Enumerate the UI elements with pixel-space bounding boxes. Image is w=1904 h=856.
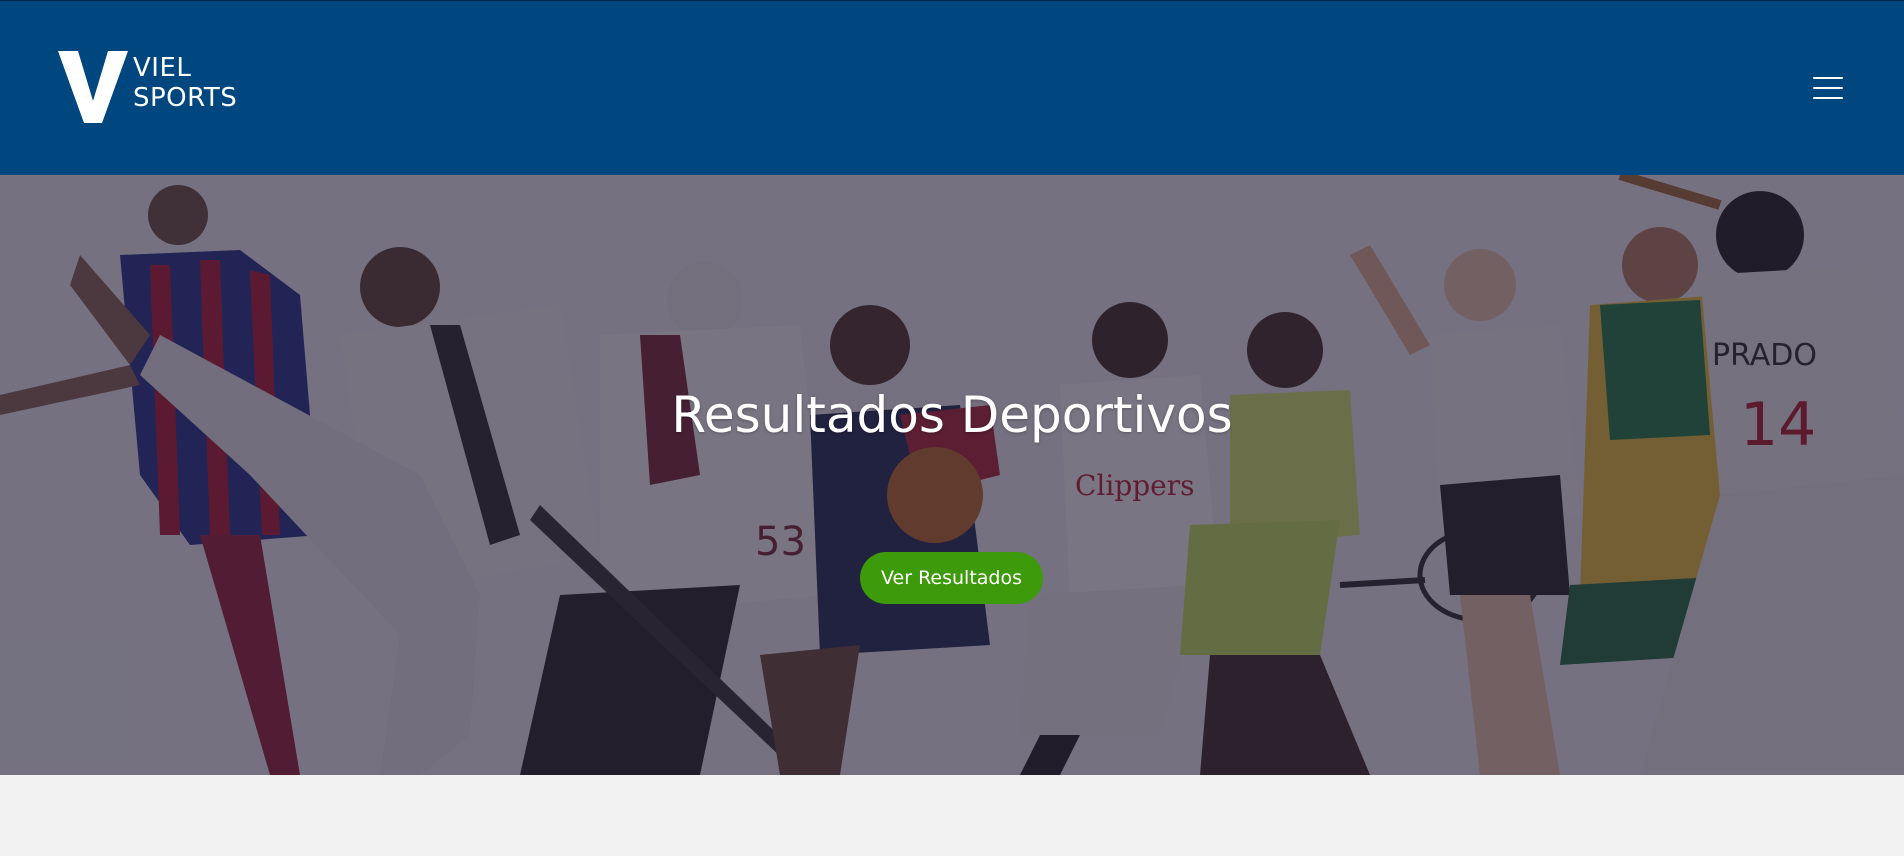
hero-banner: 53 Clippers (0, 175, 1904, 775)
logo-line-1: VIEL (133, 53, 192, 83)
menu-bar-bottom (1813, 97, 1843, 99)
v-logo-icon (58, 51, 128, 123)
hero-dark-overlay (0, 175, 1904, 775)
site-header: VIEL SPORTS (0, 0, 1904, 175)
ver-resultados-button[interactable]: Ver Resultados (860, 552, 1043, 604)
logo-wordmark: VIEL SPORTS (133, 53, 237, 113)
site-logo[interactable]: VIEL SPORTS (58, 51, 248, 123)
hero-title: Resultados Deportivos (671, 386, 1233, 444)
menu-bar-middle (1813, 87, 1843, 89)
content-area (0, 775, 1904, 856)
menu-bar-top (1813, 77, 1843, 79)
hamburger-menu-icon[interactable] (1810, 71, 1846, 105)
logo-line-2: SPORTS (133, 83, 238, 113)
